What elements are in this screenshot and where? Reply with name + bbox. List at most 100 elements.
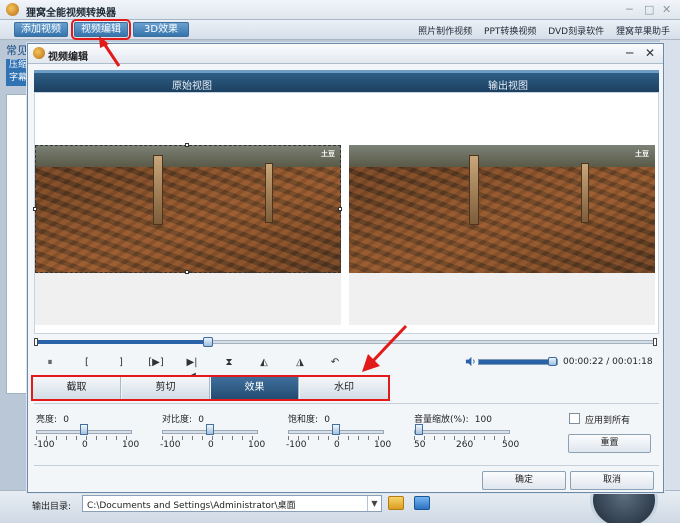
crop-frame[interactable] <box>35 145 341 273</box>
top-link[interactable]: 照片制作视频 <box>418 27 472 37</box>
app-title: 狸窝全能视频转换器 <box>26 8 116 19</box>
volume-zoom-value: 100 <box>474 415 492 425</box>
folder-icon[interactable] <box>388 496 404 510</box>
tick-label: 100 <box>248 440 266 450</box>
volume-slider[interactable] <box>478 357 558 366</box>
apply-all-checkbox[interactable] <box>569 413 580 424</box>
output-path-text: C:\Documents and Settings\Administrator\… <box>87 501 296 511</box>
output-view-label: 输出视图 <box>488 81 528 92</box>
tick-label: 100 <box>122 440 140 450</box>
brightness-label: 亮度: <box>36 415 58 425</box>
watermark: 土豆 <box>635 150 649 158</box>
original-pane: 土豆 <box>33 143 342 325</box>
close-icon[interactable]: ✕ <box>645 46 655 60</box>
app-logo-icon <box>6 3 19 16</box>
rotate-right-icon[interactable]: ◮ <box>292 356 308 370</box>
tick-label: 0 <box>334 440 340 450</box>
divider <box>34 403 659 404</box>
file-list <box>6 94 28 394</box>
view-header: 原始视图 输出视图 <box>34 70 659 92</box>
mirror-horizontal-icon[interactable]: ▶|◀ <box>183 356 201 382</box>
dialog-logo-icon <box>33 47 45 59</box>
view-area: 土豆 土豆 <box>33 92 659 334</box>
crop-handle[interactable] <box>185 143 189 147</box>
reset-button[interactable]: 重置 <box>568 434 651 453</box>
tab-crop[interactable]: 剪切 <box>122 377 210 399</box>
tick-label: -100 <box>286 440 307 450</box>
tick-label: -100 <box>34 440 55 450</box>
ok-button[interactable]: 确定 <box>482 471 566 490</box>
mark-out-icon[interactable]: ] <box>114 356 128 370</box>
top-links: 照片制作视频 PPT转换视频 DVD刻录软件 狸窝苹果助手 <box>409 24 670 37</box>
video-edit-dialog: 视频编辑 ─ ✕ 原始视图 输出视图 土豆 土豆 ⏸ [] [▶] ▶| ⧗ … <box>27 43 664 493</box>
tab-effect[interactable]: 效果 <box>211 377 299 399</box>
crop-handle[interactable] <box>33 207 37 211</box>
rotate-left-icon[interactable]: ◭ <box>256 356 272 370</box>
undo-icon[interactable]: ↶ <box>327 356 343 370</box>
tick-label: 0 <box>82 440 88 450</box>
app-title-bar: 狸窝全能视频转换器 ─ □ ✕ <box>0 0 680 20</box>
maximize-icon[interactable]: □ <box>644 3 654 16</box>
crop-handle[interactable] <box>185 270 189 274</box>
volume-knob[interactable] <box>548 357 557 366</box>
seek-end-marker[interactable] <box>653 338 657 346</box>
contrast-knob[interactable] <box>206 424 214 435</box>
tick-label: 0 <box>208 440 214 450</box>
left-item[interactable]: 压缩 <box>9 59 28 72</box>
output-pane: 土豆 <box>349 145 655 325</box>
saturation-knob[interactable] <box>332 424 340 435</box>
volume-icon[interactable] <box>465 356 476 367</box>
output-label: 输出目录: <box>32 502 72 512</box>
brightness-knob[interactable] <box>80 424 88 435</box>
left-tab[interactable]: 常见 <box>6 42 28 58</box>
play-selection-icon[interactable]: [▶] <box>145 356 167 370</box>
tower-shape <box>469 155 479 225</box>
pause-icon[interactable]: ⏸ <box>42 356 58 370</box>
saturation-slider[interactable]: 饱和度: 0 -100 0 100 <box>286 412 391 450</box>
cancel-button[interactable]: 取消 <box>570 471 654 490</box>
top-link[interactable]: 狸窝苹果助手 <box>616 27 670 37</box>
mark-in-icon[interactable]: [ <box>80 356 94 370</box>
apply-all-label: 应用到所有 <box>585 416 631 426</box>
output-path-field[interactable]: C:\Documents and Settings\Administrator\… <box>82 495 382 512</box>
annotation-arrow-icon <box>362 324 408 372</box>
3d-effect-button[interactable]: 3D效果 <box>133 22 190 37</box>
flip-vertical-icon[interactable]: ⧗ <box>221 356 237 370</box>
minimize-icon[interactable]: ─ <box>626 46 633 60</box>
minimize-icon[interactable]: ─ <box>626 3 633 16</box>
tab-watermark[interactable]: 水印 <box>300 377 388 399</box>
tick-label: -100 <box>160 440 181 450</box>
seek-start-marker[interactable] <box>34 338 38 346</box>
top-link[interactable]: DVD刻录软件 <box>548 27 604 37</box>
volume-zoom-slider[interactable]: 音量缩放(%): 100 50 260 500 <box>414 412 519 450</box>
tick-label: 100 <box>374 440 392 450</box>
tick-label: 260 <box>456 440 474 450</box>
top-link[interactable]: PPT转换视频 <box>484 27 536 37</box>
add-video-button[interactable]: 添加视频 <box>14 22 68 37</box>
left-panel: 压缩 字幕 <box>6 59 28 86</box>
saturation-value: 0 <box>324 415 330 425</box>
saturation-label: 饱和度: <box>288 415 319 425</box>
video-edit-button[interactable]: 视频编辑 <box>71 19 131 40</box>
tower-shape <box>581 163 589 223</box>
contrast-value: 0 <box>198 415 204 425</box>
dialog-title: 视频编辑 <box>48 52 88 63</box>
left-item[interactable]: 字幕 <box>9 72 28 85</box>
annotation-arrow-icon <box>99 36 121 67</box>
time-display: 00:00:22 / 00:01:18 <box>563 357 653 367</box>
brightness-value: 0 <box>63 415 69 425</box>
seek-bar[interactable] <box>34 337 657 347</box>
close-icon[interactable]: ✕ <box>662 3 671 16</box>
crop-handle[interactable] <box>338 207 342 211</box>
display-icon[interactable] <box>414 496 430 510</box>
seek-knob[interactable] <box>203 337 214 347</box>
brightness-slider[interactable]: 亮度: 0 -100 0 100 <box>34 412 139 450</box>
volume-zoom-knob[interactable] <box>414 424 423 435</box>
tick-label: 50 <box>414 440 426 450</box>
contrast-slider[interactable]: 对比度: 0 -100 0 100 <box>160 412 265 450</box>
divider <box>34 465 659 466</box>
original-view-label: 原始视图 <box>172 81 212 92</box>
chevron-down-icon[interactable]: ▼ <box>367 496 381 511</box>
tab-trim[interactable]: 截取 <box>33 377 121 399</box>
edit-tabs: 截取 剪切 效果 水印 <box>31 375 390 401</box>
